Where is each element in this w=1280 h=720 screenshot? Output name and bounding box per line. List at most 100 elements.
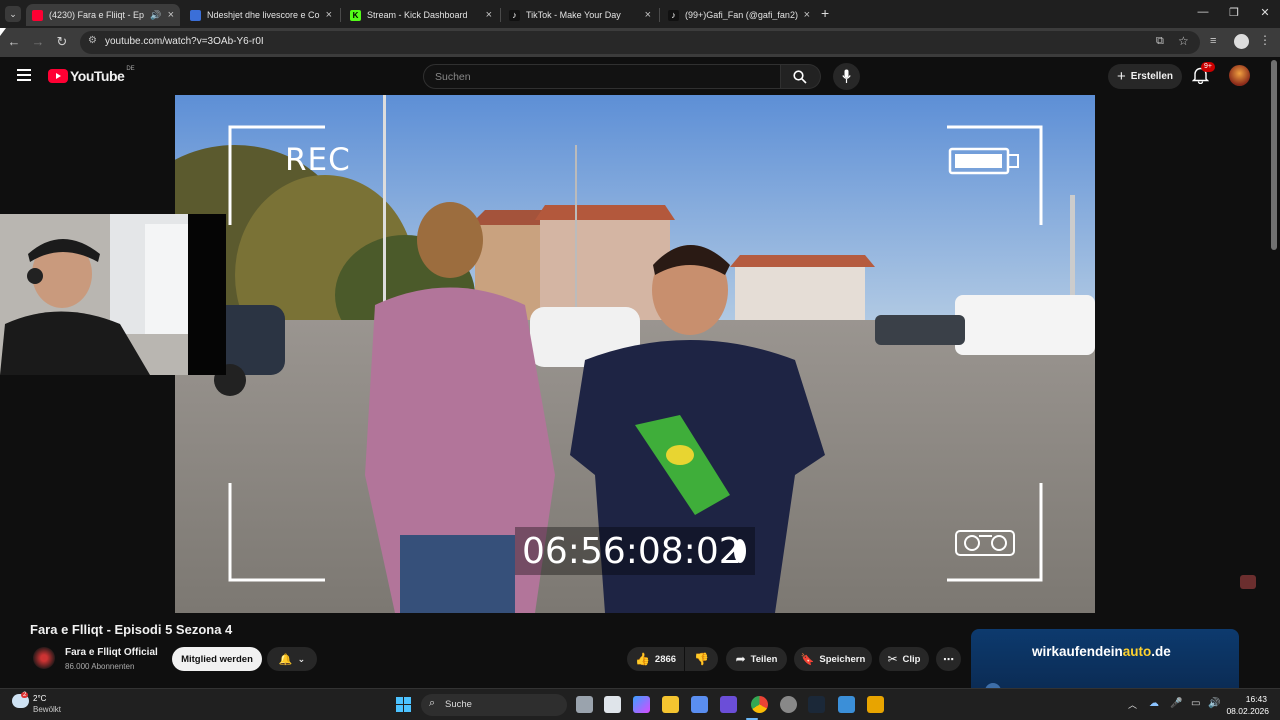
tab-divider (500, 8, 501, 22)
task-view-icon[interactable] (576, 696, 593, 713)
tab-kick[interactable]: K Stream - Kick Dashboard × (344, 4, 498, 26)
widgets-icon[interactable] (604, 696, 621, 713)
youtube-header: YouTube DE Suchen + Erstellen 9+ (0, 57, 1280, 95)
mouse-cursor-icon (0, 28, 6, 36)
chrome-icon[interactable] (751, 696, 768, 713)
tab-divider (659, 8, 660, 22)
windows-start-icon[interactable] (396, 697, 412, 713)
tab-tiktok-profile[interactable]: ♪ (99+)Gafi_Fan (@gafi_fan2) | Til × (662, 4, 816, 26)
weather-label[interactable]: Bewölkt (33, 705, 61, 714)
create-label: Erstellen (1130, 71, 1173, 82)
tab-close-icon[interactable]: × (804, 9, 810, 21)
save-button[interactable]: 🔖 Speichern (794, 647, 872, 671)
copilot-icon[interactable] (633, 696, 650, 713)
address-bar[interactable]: ⚙ youtube.com/watch?v=3OAb-Y6-r0I ⧉ ☆ (80, 31, 1200, 54)
cloud-sync-icon[interactable]: ☁ (1149, 698, 1159, 709)
tiktok-favicon-icon: ♪ (668, 9, 679, 21)
reload-button[interactable]: ↻ (53, 34, 71, 50)
app-icon[interactable] (720, 696, 737, 713)
youtube-logo-text: YouTube (70, 68, 125, 84)
like-button[interactable]: 👍 2866 (627, 647, 684, 671)
store-icon[interactable] (691, 696, 708, 713)
youtube-logo[interactable]: YouTube DE (48, 66, 135, 84)
chevron-up-icon[interactable]: ︿ (1128, 698, 1137, 711)
notification-badge: 9+ (1201, 62, 1215, 72)
steam-icon[interactable] (808, 696, 825, 713)
taskbar-search[interactable]: ⌕ Suche (421, 694, 567, 716)
media-control-icon[interactable]: ≡ (1210, 35, 1216, 47)
share-arrow-icon: ➦ (735, 652, 746, 666)
dislike-button[interactable]: 👎 (685, 647, 718, 671)
forward-button[interactable]: → (29, 34, 47, 49)
new-tab-button[interactable]: + (821, 5, 829, 21)
windows-taskbar: 2 2°C Bewölkt ⌕ Suche ︿ ☁ 🎤 ▭ 🔊 16:43 08… (0, 688, 1280, 720)
video-title: Fara e Flliqt - Episodi 5 Sezona 4 (30, 622, 233, 637)
tab-close-icon[interactable]: × (168, 9, 174, 21)
restore-button[interactable]: ❐ (1224, 6, 1244, 19)
more-actions-button[interactable]: ⋯ (936, 647, 961, 671)
join-button[interactable]: Mitglied werden (172, 647, 262, 671)
search-input[interactable]: Suchen (423, 64, 781, 89)
url-text[interactable]: youtube.com/watch?v=3OAb-Y6-r0I (105, 36, 264, 47)
bell-ring-icon: 🔔 (278, 653, 293, 666)
ad-logo-text: wirkaufendeinauto.de (1032, 644, 1171, 659)
voice-search-button[interactable] (833, 63, 860, 90)
weather-temp[interactable]: 2°C (33, 694, 46, 703)
clock-time[interactable]: 16:43 (1229, 694, 1267, 704)
tab-close-icon[interactable]: × (645, 9, 651, 21)
clock-date[interactable]: 08.02.2026 (1222, 706, 1269, 716)
account-avatar[interactable] (1229, 65, 1250, 86)
hamburger-menu-icon[interactable] (17, 69, 31, 81)
volume-icon[interactable]: 🔊 (1208, 698, 1220, 709)
tab-youtube[interactable]: (4230) Fara e Fliiqt - Episod 🔊 × (26, 4, 180, 26)
menu-kebab-icon[interactable]: ⋮ (1259, 33, 1271, 47)
clip-button[interactable]: ✂ Clip (879, 647, 929, 671)
app-icon[interactable] (867, 696, 884, 713)
app-icon[interactable] (780, 696, 797, 713)
channel-name[interactable]: Fara e Flliqt Official (65, 647, 158, 658)
save-label: Speichern (819, 653, 866, 665)
close-window-button[interactable]: ✕ (1255, 6, 1275, 19)
install-app-icon[interactable]: ⧉ (1156, 35, 1164, 48)
more-horizontal-icon: ⋯ (943, 653, 954, 666)
share-label: Teilen (750, 653, 778, 665)
channel-avatar[interactable] (33, 647, 55, 669)
join-label: Mitglied werden (181, 653, 253, 665)
search-button[interactable] (781, 64, 821, 89)
plus-icon: + (1116, 68, 1126, 85)
ad-banner[interactable]: wirkaufendeinauto.de (971, 629, 1239, 688)
app-icon[interactable] (838, 696, 855, 713)
site-info-icon[interactable]: ⚙ (88, 35, 97, 46)
search-icon (793, 70, 807, 84)
bookmark-icon: 🔖 (800, 653, 815, 666)
minimize-button[interactable]: — (1193, 6, 1213, 18)
share-button[interactable]: ➦ Teilen (726, 647, 787, 671)
tab-livescore[interactable]: Ndeshjet dhe livescore e Countr × (184, 4, 338, 26)
video-player[interactable]: REC 06:56:08:02 (175, 95, 1095, 613)
subscriber-count: 86.000 Abonnenten (65, 662, 135, 671)
scissors-icon: ✂ (887, 652, 898, 666)
subscribe-notification-button[interactable]: 🔔 ⌄ (267, 647, 317, 671)
profile-avatar[interactable] (1234, 34, 1249, 49)
tab-tiktok[interactable]: ♪ TikTok - Make Your Day × (503, 4, 657, 26)
channel-watermark-icon[interactable] (1240, 575, 1256, 589)
tab-title: (99+)Gafi_Fan (@gafi_fan2) | Til (685, 10, 798, 20)
create-button[interactable]: + Erstellen (1108, 64, 1182, 89)
youtube-favicon-icon (32, 9, 43, 21)
tab-close-icon[interactable]: × (486, 9, 492, 21)
timecode: 06:56:08:02 (522, 531, 742, 572)
back-button[interactable]: ← (5, 34, 23, 49)
tab-title: Stream - Kick Dashboard (367, 10, 468, 20)
network-icon[interactable]: ▭ (1191, 698, 1200, 709)
like-count: 2866 (654, 653, 677, 665)
tab-close-icon[interactable]: × (326, 9, 332, 21)
speaker-icon[interactable]: 🔊 (150, 10, 161, 21)
rec-label: REC (285, 142, 351, 178)
bookmark-star-icon[interactable]: ☆ (1178, 34, 1189, 48)
tab-search-button[interactable]: ⌄ (5, 6, 21, 22)
mic-tray-icon[interactable]: 🎤 (1170, 698, 1182, 709)
file-explorer-icon[interactable] (662, 696, 679, 713)
browser-tab-bar: ⌄ (4230) Fara e Fliiqt - Episod 🔊 × Ndes… (0, 0, 1280, 28)
notifications-button[interactable]: 9+ (1191, 62, 1215, 89)
page-scrollbar-thumb[interactable] (1271, 60, 1277, 250)
